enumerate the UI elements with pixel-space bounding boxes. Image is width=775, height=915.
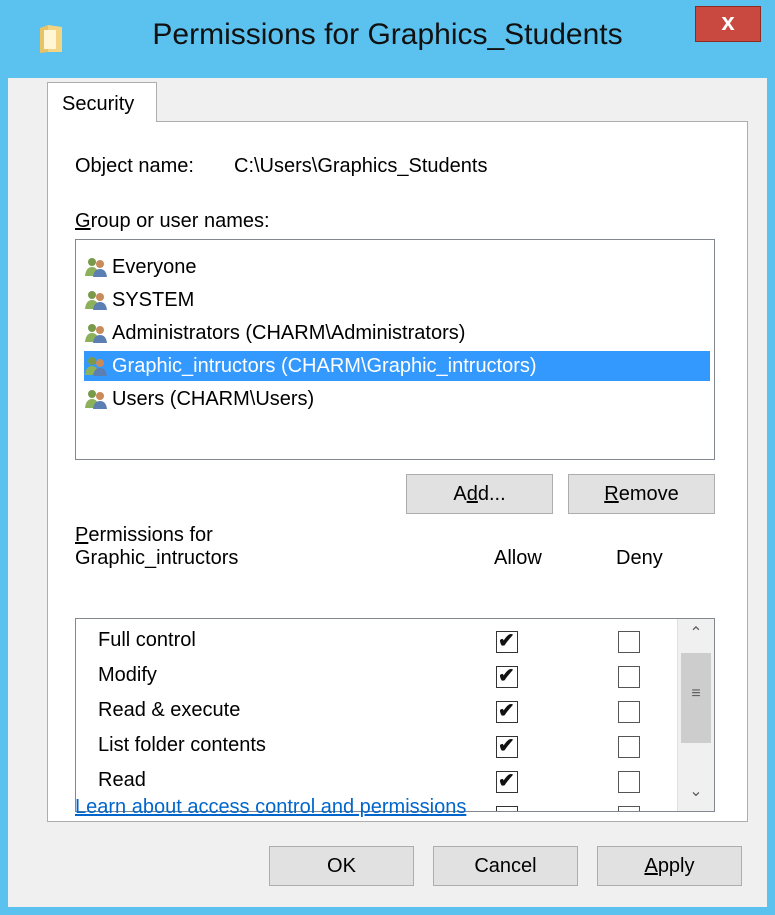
add-button-text-a: A bbox=[453, 483, 467, 505]
deny-checkbox[interactable] bbox=[618, 631, 640, 653]
permissions-label-line1-rest: ermissions for bbox=[88, 524, 213, 546]
apply-button-text-rest: pply bbox=[657, 855, 695, 877]
users-group-icon bbox=[85, 258, 107, 277]
dialog-client-area: Security Object name: C:\Users\Graphics_… bbox=[8, 78, 767, 907]
permission-label: Read & execute bbox=[98, 699, 241, 721]
cancel-button[interactable]: Cancel bbox=[433, 846, 578, 886]
permission-label: Read bbox=[98, 769, 146, 791]
permissions-dialog: Permissions for Graphics_Students x Secu… bbox=[0, 0, 775, 915]
window-title: Permissions for Graphics_Students bbox=[152, 18, 623, 51]
list-item-label: Administrators (CHARM\Administrators) bbox=[112, 322, 466, 344]
apply-button-mnemonic: A bbox=[644, 855, 658, 877]
users-group-icon bbox=[85, 291, 107, 310]
list-item-label: Everyone bbox=[112, 256, 197, 278]
check-icon: ✔ bbox=[498, 735, 515, 757]
list-item[interactable]: Everyone bbox=[84, 252, 710, 282]
permissions-label-line1: Permissions for bbox=[75, 524, 213, 547]
list-item[interactable]: SYSTEM bbox=[84, 285, 710, 315]
check-icon: ✔ bbox=[498, 770, 515, 792]
deny-checkbox[interactable] bbox=[618, 806, 640, 811]
deny-checkbox[interactable] bbox=[618, 666, 640, 688]
users-group-icon bbox=[85, 390, 107, 409]
permission-row: Modify ✔ bbox=[76, 660, 676, 694]
object-name-label: Object name: bbox=[75, 155, 194, 177]
permissions-label-mnemonic: P bbox=[75, 524, 89, 546]
check-icon: ✔ bbox=[498, 665, 515, 687]
tab-security[interactable]: Security bbox=[47, 82, 157, 122]
allow-checkbox[interactable]: ✔ bbox=[496, 630, 518, 653]
ok-button[interactable]: OK bbox=[269, 846, 414, 886]
scrollbar-thumb[interactable]: ≡ bbox=[681, 653, 711, 743]
close-button[interactable]: x bbox=[695, 6, 761, 42]
allow-checkbox[interactable]: ✔ bbox=[496, 770, 518, 793]
check-icon: ✔ bbox=[498, 700, 515, 722]
permissions-list[interactable]: Full control ✔ Modify ✔ Read & execute ✔ List … bbox=[75, 618, 715, 812]
users-group-icon bbox=[85, 357, 107, 376]
allow-column-header: Allow bbox=[494, 547, 542, 569]
add-button[interactable]: Add... bbox=[406, 474, 553, 514]
allow-checkbox[interactable]: ✔ bbox=[496, 700, 518, 723]
permission-label: Modify bbox=[98, 664, 157, 686]
add-button-mnemonic: d bbox=[466, 483, 478, 505]
allow-checkbox[interactable] bbox=[496, 806, 518, 811]
list-item[interactable]: Graphic_intructors (CHARM\Graphic_intruc… bbox=[84, 351, 710, 381]
permission-label: Full control bbox=[98, 629, 196, 651]
list-item-label: SYSTEM bbox=[112, 289, 195, 311]
permissions-label-line2: Graphic_intructors bbox=[75, 547, 239, 569]
list-item[interactable]: Users (CHARM\Users) bbox=[84, 384, 710, 414]
users-group-icon bbox=[85, 324, 107, 343]
group-names-label-mnemonic: G bbox=[75, 210, 91, 232]
apply-button[interactable]: Apply bbox=[597, 846, 742, 886]
grip-icon: ≡ bbox=[691, 685, 701, 702]
scroll-up-icon[interactable]: ⌃ bbox=[678, 619, 714, 649]
remove-button[interactable]: Remove bbox=[568, 474, 715, 514]
list-item-label: Graphic_intructors (CHARM\Graphic_intruc… bbox=[112, 355, 537, 377]
check-icon: ✔ bbox=[498, 630, 515, 652]
group-names-label-rest: roup or user names: bbox=[90, 210, 270, 232]
access-control-help-link[interactable]: Learn about access control and permissio… bbox=[75, 796, 466, 819]
deny-checkbox[interactable] bbox=[618, 736, 640, 758]
group-names-label: Group or user names: bbox=[75, 210, 270, 233]
allow-checkbox[interactable]: ✔ bbox=[496, 665, 518, 688]
list-item[interactable]: Administrators (CHARM\Administrators) bbox=[84, 318, 710, 348]
permission-row: Read ✔ bbox=[76, 765, 676, 799]
add-button-text-rest: d... bbox=[477, 483, 506, 505]
permission-row: Read & execute ✔ bbox=[76, 695, 676, 729]
remove-button-mnemonic: R bbox=[604, 483, 619, 505]
permission-row: List folder contents ✔ bbox=[76, 730, 676, 764]
allow-checkbox[interactable]: ✔ bbox=[496, 735, 518, 758]
permissions-scrollbar[interactable]: ⌃ ≡ ⌄ bbox=[677, 619, 714, 811]
deny-checkbox[interactable] bbox=[618, 771, 640, 793]
group-user-list[interactable]: Everyone SYSTEM Administrators (CHARM\Admi… bbox=[75, 239, 715, 460]
title-bar[interactable]: Permissions for Graphics_Students x bbox=[0, 0, 775, 78]
permission-row: Full control ✔ bbox=[76, 625, 676, 659]
scroll-down-icon[interactable]: ⌄ bbox=[678, 777, 714, 807]
permission-label: List folder contents bbox=[98, 734, 266, 756]
remove-button-text-rest: emove bbox=[618, 483, 679, 505]
deny-checkbox[interactable] bbox=[618, 701, 640, 723]
deny-column-header: Deny bbox=[616, 547, 663, 569]
security-tab-panel: Object name: C:\Users\Graphics_Students … bbox=[47, 121, 748, 822]
list-item-label: Users (CHARM\Users) bbox=[112, 388, 315, 410]
object-name-value: C:\Users\Graphics_Students bbox=[234, 155, 488, 177]
